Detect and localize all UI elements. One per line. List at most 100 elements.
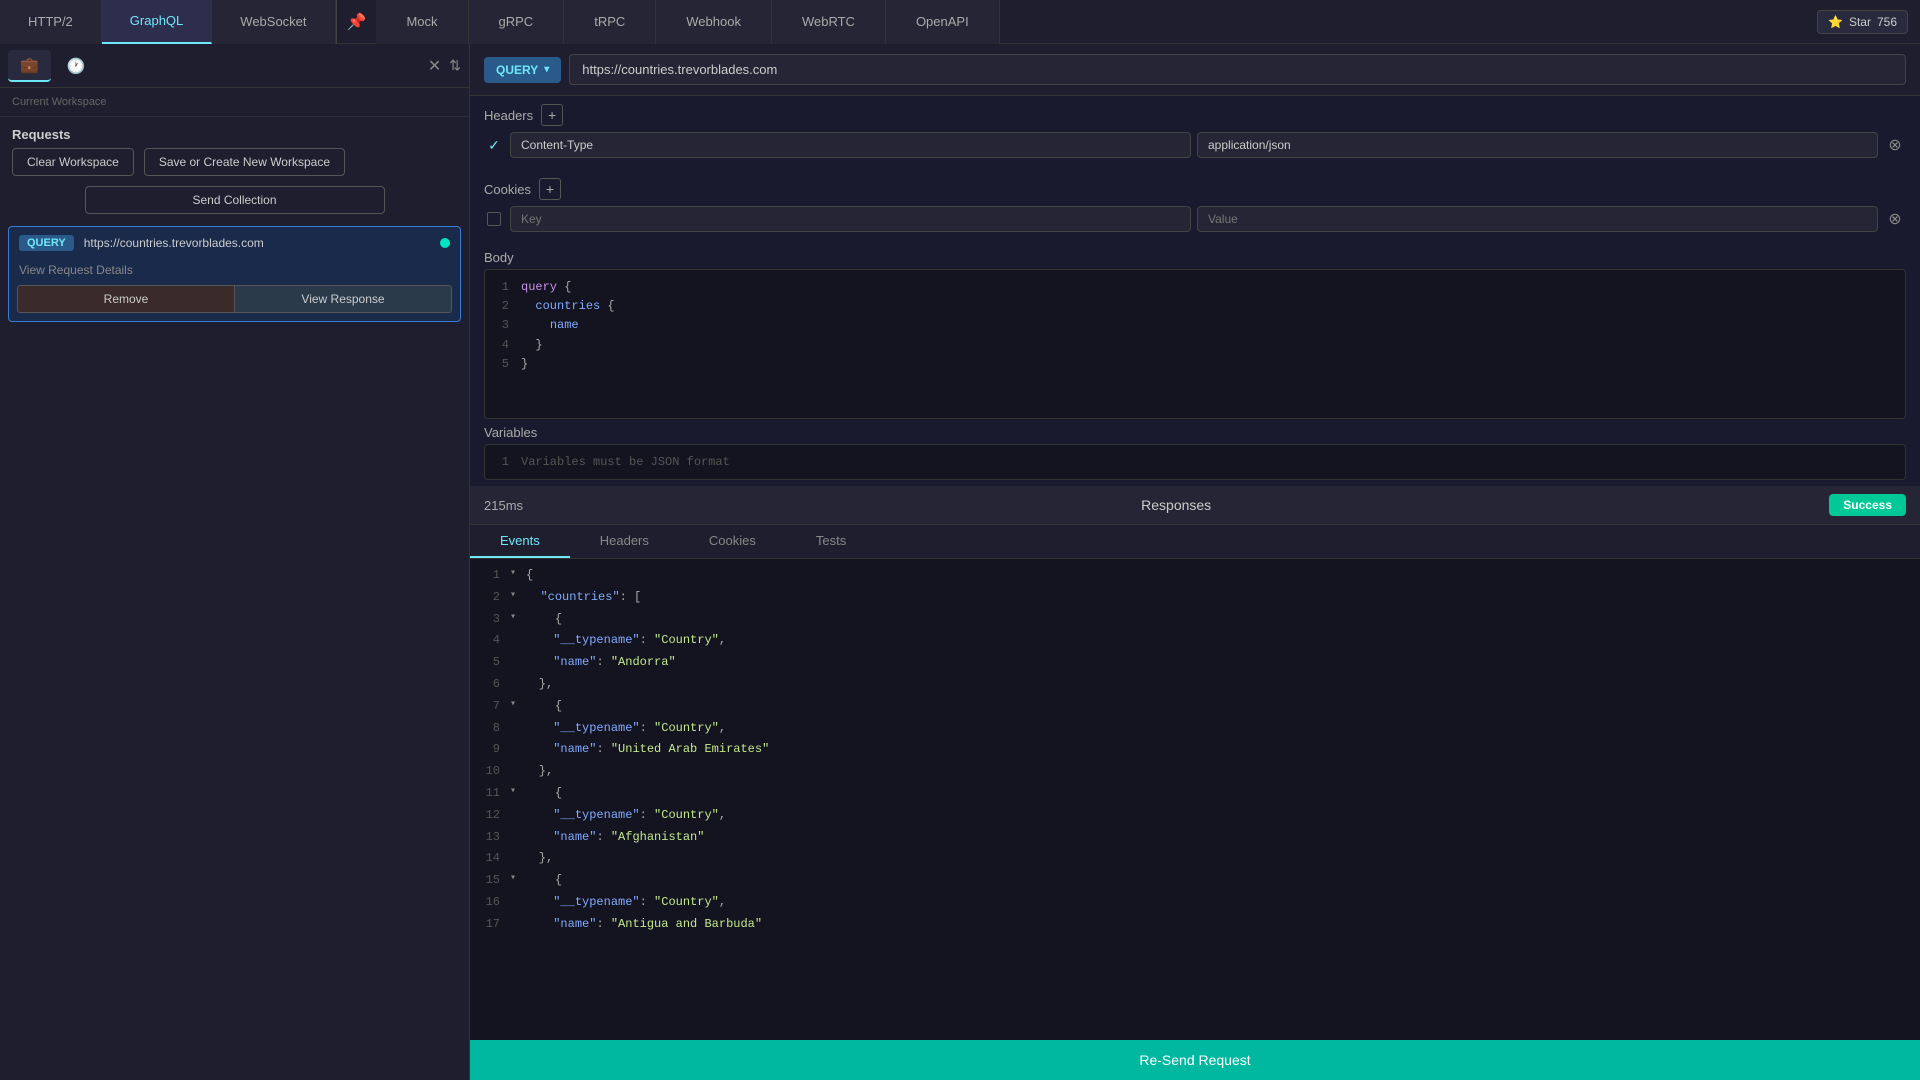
header-key-input[interactable] [510,132,1191,158]
method-dropdown[interactable]: QUERY ▾ [484,57,561,83]
resp-ln-14: 14 [478,849,500,869]
resp-line-9: 9 "name": "United Arab Emirates" [470,739,1920,761]
tab-websocket[interactable]: WebSocket [212,0,335,44]
resp-c-8: "__typename": "Country", [510,719,726,739]
main-layout: 💼 🕐 ✕ ⇅ Current Workspace Requests Clear… [0,44,1920,1080]
response-header: 215ms Responses Success [470,486,1920,525]
remove-header-button[interactable]: ⊗ [1884,134,1906,156]
resp-ln-9: 9 [478,740,500,760]
tab-events[interactable]: Events [470,525,570,558]
tab-cookies[interactable]: Cookies [679,525,786,558]
request-url: https://countries.trevorblades.com [84,236,430,250]
resp-c-16: "__typename": "Country", [510,893,726,913]
code-line-4: 4 } [493,336,1897,355]
cookie-key-input[interactable] [510,206,1191,232]
tab-openapi[interactable]: OpenAPI [886,0,1000,44]
resp-ln-10: 10 [478,762,500,782]
sidebar-header: 💼 🕐 ✕ ⇅ [0,44,469,88]
resp-c-10: }, [510,762,553,782]
send-collection-button[interactable]: Send Collection [85,186,385,214]
request-detail[interactable]: View Request Details [9,259,460,285]
settings-icon[interactable]: ⇅ [449,57,461,74]
cookie-checkbox [487,212,501,226]
resp-line-5: 5 "name": "Andorra" [470,652,1920,674]
resp-c-3: { [526,610,562,630]
resp-ln-5: 5 [478,653,500,673]
url-bar: QUERY ▾ [470,44,1920,96]
code-content-4: } [521,336,543,355]
check-icon: ✓ [488,137,500,154]
cookie-value-input[interactable] [1197,206,1878,232]
expand-15[interactable]: ▾ [510,871,516,891]
code-line-5: 5 } [493,355,1897,374]
headers-label: Headers [484,108,533,123]
expand-11[interactable]: ▾ [510,784,516,804]
send-collection-area: Send Collection [0,186,469,226]
header-check[interactable]: ✓ [484,137,504,154]
resp-ln-4: 4 [478,631,500,651]
remove-cookie-button[interactable]: ⊗ [1884,208,1906,230]
mode-tabs: Mock gRPC tRPC Webhook WebRTC OpenAPI [376,0,1817,44]
request-actions: Remove View Response [17,285,452,313]
cookies-label: Cookies [484,182,531,197]
resp-c-6: }, [510,675,553,695]
bottom-section: 215ms Responses Success Events Headers C… [470,486,1920,1080]
cookie-check[interactable] [484,212,504,226]
sidebar-actions: ✕ ⇅ [428,56,461,76]
star-badge[interactable]: ⭐ Star 756 [1817,10,1908,34]
body-editor[interactable]: 1 query { 2 countries { 3 name 4 } [484,269,1906,419]
close-icon[interactable]: ✕ [428,56,441,76]
resp-ln-7: 7 [478,697,500,717]
resp-c-17: "name": "Antigua and Barbuda" [510,915,762,935]
resp-ln-12: 12 [478,806,500,826]
tab-graphql[interactable]: GraphQL [102,0,212,44]
add-cookie-button[interactable]: + [539,178,561,200]
resend-bar[interactable]: Re-Send Request [470,1040,1920,1080]
code-line-2: 2 countries { [493,297,1897,316]
code-line-3: 3 name [493,316,1897,335]
tab-grpc[interactable]: gRPC [469,0,565,44]
expand-1[interactable]: ▾ [510,566,516,586]
resp-line-12: 12 "__typename": "Country", [470,805,1920,827]
tab-webrtc[interactable]: WebRTC [772,0,886,44]
clear-workspace-button[interactable]: Clear Workspace [12,148,134,176]
view-response-button[interactable]: View Response [235,285,452,313]
tab-trpc[interactable]: tRPC [564,0,656,44]
code-line-1: 1 query { [493,278,1897,297]
url-input[interactable] [569,54,1906,85]
sidebar-tab-requests[interactable]: 💼 [8,50,51,82]
resp-c-2: "countries": [ [526,588,641,608]
header-value-input[interactable] [1197,132,1878,158]
history-icon: 🕐 [67,57,86,75]
tab-webhook[interactable]: Webhook [656,0,772,44]
star-label: Star [1849,15,1871,29]
remove-button[interactable]: Remove [17,285,235,313]
expand-7[interactable]: ▾ [510,697,516,717]
resp-c-1: { [526,566,533,586]
sidebar-tab-history[interactable]: 🕐 [55,51,98,81]
resp-ln-1: 1 [478,566,500,586]
save-workspace-button[interactable]: Save or Create New Workspace [144,148,345,176]
resp-line-6: 6 }, [470,674,1920,696]
response-body: 1 ▾ { 2 ▾ "countries": [ 3 ▾ { 4 " [470,559,1920,1040]
resp-ln-15: 15 [478,871,500,891]
resp-line-1: 1 ▾ { [470,565,1920,587]
expand-2[interactable]: ▾ [510,588,516,608]
request-item-header[interactable]: QUERY https://countries.trevorblades.com [9,227,460,259]
success-badge: Success [1829,494,1906,516]
tab-headers[interactable]: Headers [570,525,679,558]
resp-c-12: "__typename": "Country", [510,806,726,826]
variables-editor[interactable]: 1 Variables must be JSON format [484,444,1906,480]
resp-line-4: 4 "__typename": "Country", [470,630,1920,652]
star-count: 756 [1877,15,1897,29]
tab-mock[interactable]: Mock [376,0,468,44]
requests-header: Requests [0,117,469,148]
tab-http2[interactable]: HTTP/2 [0,0,102,44]
tab-tests[interactable]: Tests [786,525,876,558]
code-content-2: countries { [521,297,615,316]
expand-3[interactable]: ▾ [510,610,516,630]
response-time: 215ms [484,498,523,513]
resp-ln-3: 3 [478,610,500,630]
add-header-button[interactable]: + [541,104,563,126]
top-section: QUERY ▾ Headers + ✓ ⊗ [470,44,1920,486]
